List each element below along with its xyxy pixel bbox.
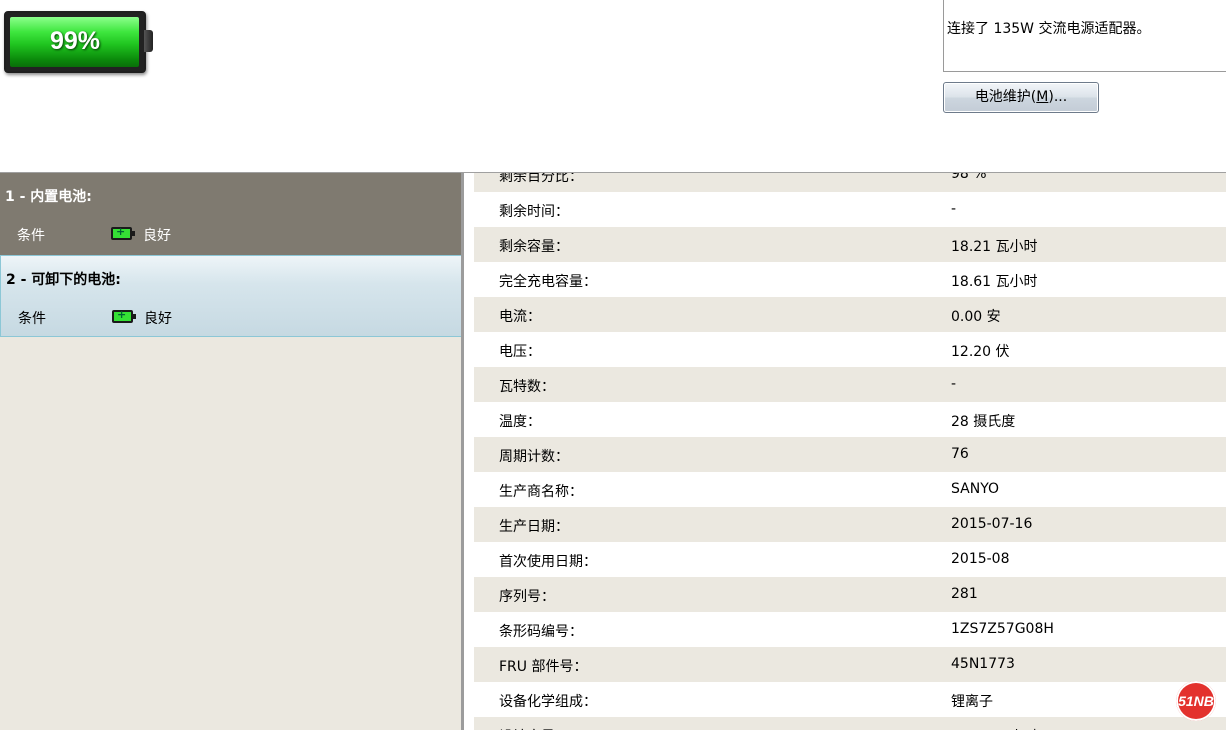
detail-row: 序列号： 281 <box>474 577 1226 612</box>
detail-key: FRU 部件号： <box>499 659 588 675</box>
detail-row: 首次使用日期： 2015-08 <box>474 542 1226 577</box>
battery-title: 2 - 可卸下的电池: <box>6 272 121 288</box>
detail-value: 76 <box>951 446 969 462</box>
detail-value: 28 摄氏度 <box>951 414 1016 430</box>
detail-row: 设备化学组成： 锂离子 <box>474 682 1226 717</box>
maintenance-label-suffix: )... <box>1048 89 1068 105</box>
power-status-text: 连接了 135W 交流电源适配器。 <box>947 21 1151 37</box>
detail-row: 完全充电容量： 18.61 瓦小时 <box>474 262 1226 297</box>
detail-value: 18.21 瓦小时 <box>951 239 1038 255</box>
detail-value: 281 <box>951 586 978 602</box>
maintenance-accelerator-key: M <box>1036 89 1049 105</box>
detail-row: 条形码编号： 1ZS7Z57G08H <box>474 612 1226 647</box>
detail-value: - <box>951 201 957 217</box>
battery-level-icon: 99% <box>4 11 154 73</box>
condition-label: 条件 <box>17 228 45 244</box>
detail-key: 周期计数： <box>499 449 569 465</box>
battery-list: 1 - 内置电池: 条件 + 良好 2 - 可卸下的电池: 条件 + 良好 <box>0 173 462 730</box>
detail-key: 生产日期： <box>499 519 569 535</box>
detail-value: 锂离子 <box>951 694 993 710</box>
detail-key: 瓦特数： <box>499 379 555 395</box>
detail-row: 剩余时间： - <box>474 192 1226 227</box>
detail-value: 12.20 伏 <box>951 344 1010 360</box>
detail-row: 剩余容量： 18.21 瓦小时 <box>474 227 1226 262</box>
detail-value: 1ZS7Z57G08H <box>951 621 1054 637</box>
condition-label: 条件 <box>18 311 46 327</box>
detail-value: - <box>951 376 957 392</box>
detail-row: FRU 部件号： 45N1773 <box>474 647 1226 682</box>
detail-row: 瓦特数： - <box>474 367 1226 402</box>
battery-condition-icon: + <box>112 308 136 323</box>
detail-value: 18.61 瓦小时 <box>951 274 1038 290</box>
detail-row: 电流： 0.00 安 <box>474 297 1226 332</box>
watermark-logo: 51NB <box>1176 681 1216 721</box>
detail-row: 温度： 28 摄氏度 <box>474 402 1226 437</box>
battery-details-panel: 剩余百分比： 98 % 剩余时间： - 剩余容量： 18.21 瓦小时完全充电容量： 18.… <box>464 173 1226 730</box>
battery-percent: 99% <box>49 27 101 55</box>
detail-key: 电流： <box>499 309 541 325</box>
detail-value: 23.20 瓦小时 <box>951 726 1038 730</box>
detail-key: 完全充电容量： <box>499 274 597 290</box>
condition-value: 良好 <box>143 228 171 244</box>
detail-row: 周期计数： 76 <box>474 437 1226 472</box>
battery-item-internal[interactable]: 1 - 内置电池: 条件 + 良好 <box>0 173 462 255</box>
detail-value: SANYO <box>951 481 1000 497</box>
detail-value: 45N1773 <box>951 656 1015 672</box>
detail-key: 首次使用日期： <box>499 554 597 570</box>
condition-value: 良好 <box>144 311 172 327</box>
battery-title: 1 - 内置电池: <box>5 189 92 205</box>
detail-key: 生产商名称： <box>499 484 583 500</box>
detail-key: 设备化学组成： <box>499 694 597 710</box>
battery-item-removable[interactable]: 2 - 可卸下的电池: 条件 + 良好 <box>0 255 462 337</box>
power-status-box: 连接了 135W 交流电源适配器。 <box>943 0 1226 72</box>
details-list: 剩余百分比： 98 % 剩余时间： - 剩余容量： 18.21 瓦小时完全充电容量： 18.… <box>474 173 1226 730</box>
detail-row: 生产日期： 2015-07-16 <box>474 507 1226 542</box>
battery-condition-icon: + <box>111 225 135 240</box>
detail-value: 98 % <box>951 173 987 182</box>
detail-key: 剩余百分比： <box>499 173 583 185</box>
detail-key: 序列号： <box>499 589 555 605</box>
detail-row: 电压： 12.20 伏 <box>474 332 1226 367</box>
detail-value: 2015-07-16 <box>951 516 1033 532</box>
detail-value: 2015-08 <box>951 551 1010 567</box>
detail-key: 设计容量： <box>499 726 569 730</box>
detail-row: 生产商名称： SANYO <box>474 472 1226 507</box>
maintenance-label-prefix: 电池维护( <box>974 89 1037 105</box>
detail-row: 剩余百分比： 98 % <box>474 173 1226 192</box>
battery-maintenance-button[interactable]: 电池维护(M)... <box>943 82 1099 113</box>
detail-key: 条形码编号： <box>499 624 583 640</box>
detail-value: 0.00 安 <box>951 309 1001 325</box>
detail-row: 设计容量： 23.20 瓦小时 <box>474 717 1226 730</box>
detail-key: 剩余时间： <box>499 204 569 220</box>
detail-key: 温度： <box>499 414 541 430</box>
detail-key: 电压： <box>499 344 541 360</box>
detail-key: 剩余容量： <box>499 239 569 255</box>
top-panel: 99% 连接了 135W 交流电源适配器。 电池维护(M)... <box>0 0 1226 173</box>
